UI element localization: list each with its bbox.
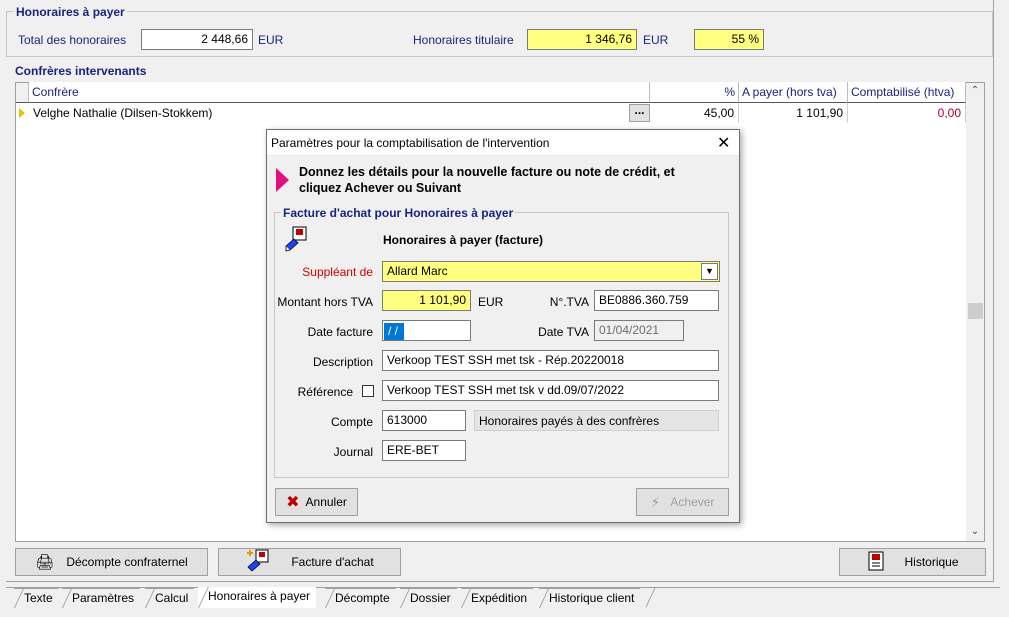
reference-field[interactable]: Verkoop TEST SSH met tsk v dd.09/07/2022 [382, 380, 719, 401]
chevron-down-icon[interactable]: ▼ [701, 263, 718, 280]
scroll-down-icon[interactable]: ⌄ [966, 526, 984, 537]
cancel-icon: ✖ [286, 494, 300, 511]
finish-button-label: Achever [670, 495, 715, 509]
vat-date-field: 01/04/2021 [594, 320, 684, 341]
invoice-date-value: / / [384, 323, 405, 340]
holder-percent-field[interactable]: 55 % [694, 29, 764, 50]
close-icon[interactable]: ✕ [717, 133, 730, 153]
invoice-date-field[interactable]: / / [382, 320, 471, 341]
invoice-date-label: Date facture [307, 325, 373, 339]
amount-field[interactable]: 1 101,90 [382, 290, 471, 311]
tab-texte[interactable]: Texte [14, 588, 59, 608]
window-frame-right [993, 0, 994, 582]
tab-historique-client[interactable]: Historique client [539, 588, 641, 608]
total-fees-currency: EUR [258, 33, 284, 47]
vat-number-label: N°.TVA [549, 295, 589, 309]
column-header-colleague[interactable]: Confrère [29, 82, 650, 103]
instruction-line-2: cliquez Achever ou Suivant [299, 181, 462, 195]
cancel-button-label: Annuler [305, 495, 347, 509]
cancel-button[interactable]: ✖ Annuler [275, 488, 358, 516]
holder-fees-label: Honoraires titulaire [413, 33, 514, 47]
purchase-invoice-group-title: Facture d'achat pour Honoraires à payer [281, 206, 516, 220]
grid-indicator-header [16, 83, 29, 103]
statement-button[interactable]: 🖨︎ Décompte confraternel [15, 548, 208, 576]
tab-honoraires-a-payer[interactable]: Honoraires à payer [198, 587, 317, 608]
column-header-booked[interactable]: Comptabilisé (htva) [848, 82, 966, 103]
journal-field[interactable]: ERE-BET [382, 440, 466, 461]
account-description: Honoraires payés à des confrères [474, 410, 719, 431]
tab-end-divider [645, 588, 656, 607]
vat-number-field[interactable]: BE0886.360.759 [594, 290, 719, 311]
substitute-select[interactable]: Allard Marc [382, 261, 720, 282]
history-button-label: Historique [904, 555, 959, 569]
column-header-percent[interactable]: % [650, 82, 739, 103]
scroll-thumb[interactable] [968, 303, 983, 319]
column-header-to-pay[interactable]: A payer (hors tva) [739, 82, 848, 103]
dialog-title: Paramètres pour la comptabilisation de l… [271, 136, 550, 150]
table-row-colleague-name[interactable]: Velghe Nathalie (Dilsen-Stokkem) [29, 103, 629, 123]
total-fees-label: Total des honoraires [18, 33, 127, 47]
fees-section-title: Honoraires à payer [14, 5, 127, 19]
reference-checkbox[interactable] [362, 385, 374, 397]
row-indicator-icon [19, 108, 25, 118]
colleagues-section-title: Confrères intervenants [15, 64, 147, 78]
amount-label: Montant hors TVA [277, 295, 373, 309]
table-row-percent[interactable]: 45,00 [650, 103, 739, 123]
table-row-booked[interactable]: 0,00 [848, 103, 966, 123]
window-frame-bottom [6, 581, 994, 582]
reference-label: Référence [297, 385, 353, 399]
colleague-lookup-button[interactable]: ... [629, 104, 650, 122]
invoice-icon [284, 226, 310, 252]
instruction-arrow-icon [276, 168, 289, 192]
substitute-value: Allard Marc [387, 264, 448, 278]
tab-calcul[interactable]: Calcul [145, 588, 195, 608]
description-label: Description [312, 355, 373, 369]
journal-label: Journal [333, 445, 373, 459]
vat-date-label: Date TVA [538, 325, 589, 339]
holder-fees-currency: EUR [643, 33, 669, 47]
accounting-parameters-dialog: Paramètres pour la comptabilisation de l… [266, 129, 740, 523]
purchase-invoice-button-label: Facture d'achat [291, 555, 374, 569]
history-icon [866, 550, 888, 575]
substitute-label: Suppléant de [302, 265, 373, 279]
account-field[interactable]: 613000 [382, 410, 466, 431]
tab-expedition[interactable]: Expédition [461, 588, 534, 608]
tab-decompte[interactable]: Décompte [325, 588, 396, 608]
dialog-subtitle: Honoraires à payer (facture) [383, 233, 544, 247]
dialog-title-bar: Paramètres pour la comptabilisation de l… [267, 130, 739, 156]
purchase-invoice-button[interactable]: Facture d'achat [218, 548, 401, 576]
total-fees-field[interactable]: 2 448,66 [141, 29, 253, 50]
tab-dossier[interactable]: Dossier [400, 588, 457, 608]
lightning-icon: ⚡︎ [650, 493, 661, 510]
amount-currency: EUR [478, 295, 504, 309]
history-button[interactable]: Historique [839, 548, 986, 576]
tab-parametres[interactable]: Paramètres [62, 588, 141, 608]
printer-icon: 🖨︎ [35, 554, 55, 571]
holder-fees-field[interactable]: 1 346,76 [527, 29, 637, 50]
scroll-up-icon[interactable]: ⌃ [966, 85, 984, 96]
purchase-invoice-group [274, 212, 729, 478]
account-label: Compte [330, 415, 373, 429]
finish-button[interactable]: ⚡︎ Achever [636, 488, 729, 516]
table-row-to-pay[interactable]: 1 101,90 [739, 103, 848, 123]
description-field[interactable]: Verkoop TEST SSH met tsk - Rép.20220018 [382, 350, 719, 371]
purchase-invoice-icon [245, 549, 271, 576]
statement-button-label: Décompte confraternel [66, 555, 188, 569]
instruction-line-1: Donnez les détails pour la nouvelle fact… [299, 165, 675, 179]
